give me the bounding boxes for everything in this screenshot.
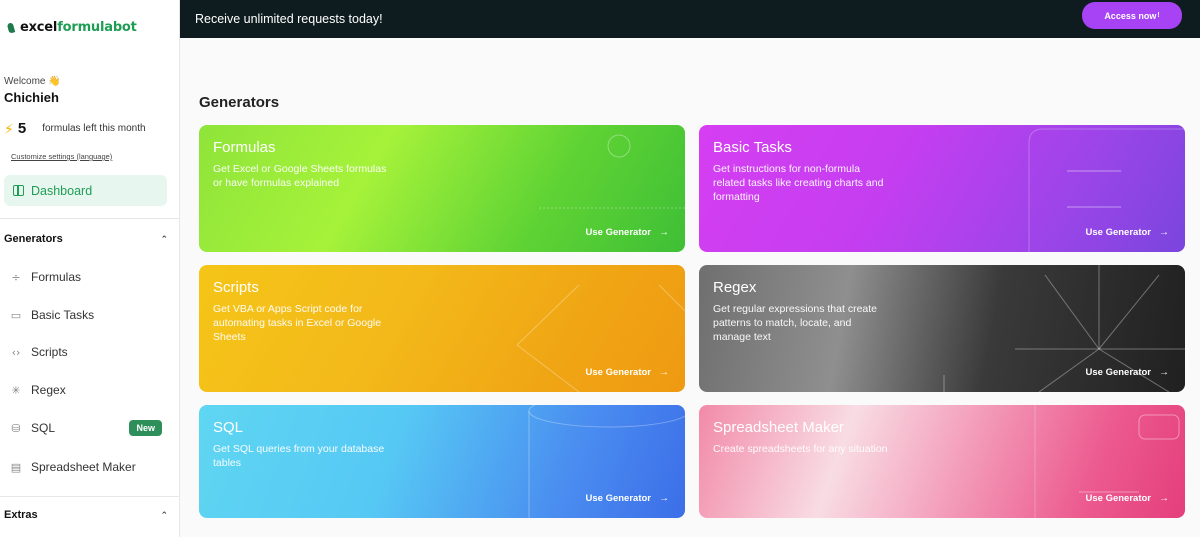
generator-card-scripts[interactable]: Scripts Get VBA or Apps Script code for … [199,265,685,392]
use-generator-button[interactable]: Use Generator → [586,493,669,504]
divider [0,218,180,219]
access-now-suffix: ! [1157,12,1160,19]
credits-info: ⚡ 5 formulas left this month [4,120,146,137]
sidebar-item-label: SQL [31,421,56,435]
arrow-right-icon: → [659,493,669,504]
sidebar-item-formulas[interactable]: ÷ Formulas [10,266,162,288]
cta-label: Use Generator [1085,367,1151,378]
logo-text: excelformulabot [20,20,137,35]
welcome-text: Welcome 👋 [4,76,61,87]
arrow-right-icon: → [1159,493,1169,504]
sidebar-item-label: Basic Tasks [31,308,95,322]
cta-label: Use Generator [585,227,651,238]
card-description: Get regular expressions that create patt… [713,303,878,343]
sidebar-panel-icon [13,185,24,196]
card-title: Spreadsheet Maker [713,419,844,436]
database-icon: ⛁ [11,421,21,435]
card-description: Get instructions for non-formula related… [713,163,884,203]
use-generator-button[interactable]: Use Generator → [1086,227,1169,238]
extras-section-toggle[interactable]: Extras ⌃ [4,509,168,521]
dashboard-label: Dashboard [31,183,93,198]
use-generator-button[interactable]: Use Generator → [1086,367,1169,378]
generator-card-sql[interactable]: SQL Get SQL queries from your database t… [199,405,685,518]
sidebar-item-basic-tasks[interactable]: ▭ Basic Tasks [10,304,162,326]
cta-label: Use Generator [1085,493,1151,504]
arrow-right-icon: → [659,227,669,238]
card-title: Regex [713,279,757,296]
new-badge: New [129,420,162,436]
card-description: Get VBA or Apps Script code for automati… [213,303,382,343]
bolt-icon: ⚡ [4,120,14,137]
generators-section-toggle[interactable]: Generators ⌃ [4,233,168,245]
document-icon: ▤ [10,460,22,474]
divider [0,496,180,497]
message-icon: ▭ [10,308,22,322]
access-now-button[interactable]: Access now! [1082,2,1182,29]
sidebar-item-scripts[interactable]: ‹› Scripts [10,341,162,363]
generator-card-basic-tasks[interactable]: Basic Tasks Get instructions for non-for… [699,125,1185,252]
sidebar-item-label: Formulas [31,270,82,284]
arrow-right-icon: → [1159,367,1169,378]
card-description: Get SQL queries from your database table… [213,443,385,469]
arrow-right-icon: → [659,367,669,378]
generator-card-formulas[interactable]: Formulas Get Excel or Google Sheets form… [199,125,685,252]
chevron-up-icon: ⌃ [160,509,168,520]
cta-label: Use Generator [1085,227,1151,238]
generators-section-title: Generators [4,233,63,245]
sidebar-item-label: Spreadsheet Maker [31,460,136,474]
card-title: Basic Tasks [713,139,792,156]
chevron-up-icon: ⌃ [160,233,168,244]
card-description: Create spreadsheets for any situation [713,443,888,455]
extras-section-title: Extras [4,509,38,521]
promo-banner: Receive unlimited requests today! Access… [180,0,1200,38]
arrow-right-icon: → [1159,227,1169,238]
use-generator-button[interactable]: Use Generator → [586,227,669,238]
divide-icon: ÷ [11,270,21,284]
card-title: Scripts [213,279,259,296]
sidebar-item-dashboard[interactable]: Dashboard [4,175,167,206]
credits-count: 5 [17,120,27,137]
use-generator-button[interactable]: Use Generator → [586,367,669,378]
card-title: Formulas [213,139,276,156]
logo-mark-icon [6,21,16,34]
cta-label: Use Generator [585,493,651,504]
sidebar-item-regex[interactable]: ✳ Regex [10,379,162,401]
access-now-label: Access now [1104,10,1157,21]
sidebar-item-spreadsheet-maker[interactable]: ▤ Spreadsheet Maker [10,456,162,478]
sidebar-item-label: Regex [31,383,66,397]
use-generator-button[interactable]: Use Generator → [1086,493,1169,504]
sidebar-item-sql[interactable]: ⛁ SQL New [10,417,162,439]
card-title: SQL [213,419,244,436]
sidebar-item-label: Scripts [31,345,68,359]
generator-card-regex[interactable]: Regex Get regular expressions that creat… [699,265,1185,392]
page-title: Generators [199,94,280,111]
customize-settings-link[interactable]: Customize settings (language) [11,152,112,161]
sidebar: excelformulabot Welcome 👋 Chichieh ⚡ 5 f… [0,0,180,537]
username: Chichieh [4,90,59,105]
generator-card-spreadsheet-maker[interactable]: Spreadsheet Maker Create spreadsheets fo… [699,405,1185,518]
cta-label: Use Generator [585,367,651,378]
code-icon: ‹› [11,345,21,359]
banner-text: Receive unlimited requests today! [195,12,383,26]
logo[interactable]: excelformulabot [6,20,137,35]
asterisk-icon: ✳ [11,383,21,397]
card-description: Get Excel or Google Sheets formulas or h… [213,163,387,189]
credits-text: formulas left this month [42,123,146,134]
